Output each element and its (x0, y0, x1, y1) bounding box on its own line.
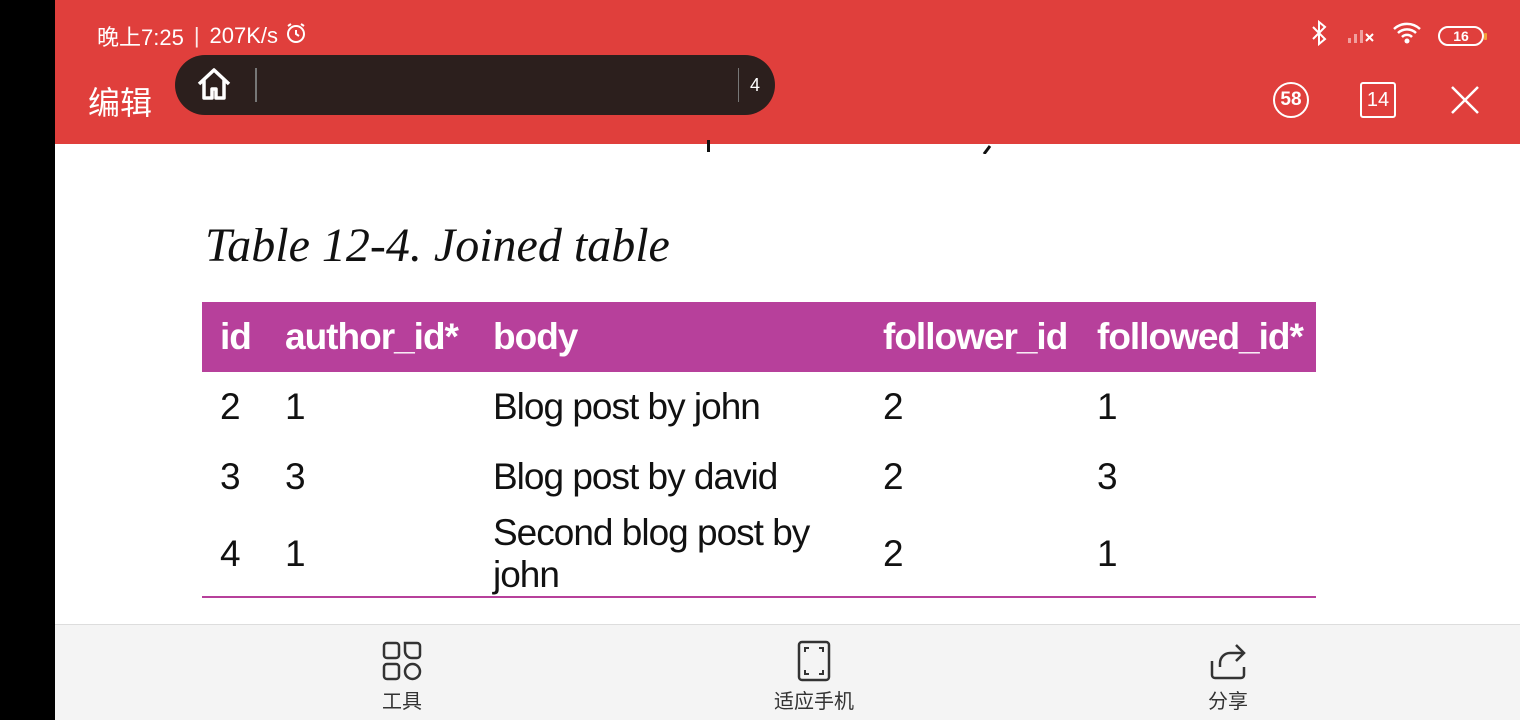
tools-button[interactable]: 工具 (332, 639, 472, 714)
table-cell: Blog post by john (493, 386, 761, 427)
status-bar-left: 晚上7:25 | 207K/s (97, 20, 308, 52)
status-time: 晚上7:25 (97, 25, 184, 50)
table-cell: Second blog post by john (475, 512, 865, 598)
header-follower-id: follower_id (865, 302, 1079, 372)
fit-phone-button[interactable]: 适应手机 (744, 639, 884, 714)
page-count-icon[interactable]: 14 (1358, 80, 1398, 120)
share-label: 分享 (1208, 691, 1248, 713)
table-cell: Blog post by david (493, 456, 778, 497)
tools-icon (382, 641, 422, 681)
table-cell: 4 (202, 512, 267, 598)
edit-button[interactable]: 编辑 (88, 78, 152, 124)
battery-level: 16 (1453, 27, 1469, 44)
tab-divider (738, 68, 739, 102)
tab-count[interactable]: 4 (750, 75, 760, 96)
table-cell: 2 (883, 386, 904, 427)
header-author-id: author_id* (267, 302, 475, 372)
close-icon[interactable] (1445, 80, 1485, 120)
table-header-row: id author_id* body follower_id followed_… (202, 302, 1316, 372)
badge-58-icon[interactable]: 58 (1271, 80, 1311, 120)
table-cell: 1 (1097, 386, 1118, 427)
bottom-toolbar: 工具 适应手机 分享 (55, 624, 1520, 720)
header-followed-id: followed_id* (1079, 302, 1316, 372)
app-screen: 晚上7:25 | 207K/s 16 编辑 4 58 14 Table 12-4… (55, 0, 1520, 720)
badge-58-label: 58 (1273, 82, 1309, 118)
status-bar-right: 16 (1308, 19, 1487, 51)
top-toolbar: 晚上7:25 | 207K/s 16 编辑 4 58 14 (55, 0, 1520, 144)
table-cell: 3 (285, 456, 306, 497)
share-icon (1210, 644, 1246, 680)
clipped-text-fragment (707, 140, 992, 154)
table-caption: Table 12-4. Joined table (205, 219, 670, 272)
share-button[interactable]: 分享 (1158, 639, 1298, 714)
battery-icon: 16 (1438, 25, 1487, 46)
table-cell: 3 (1097, 456, 1118, 497)
table-row: 4 1 Second blog post by john 2 1 (202, 512, 1316, 598)
table-cell: 2 (865, 512, 1079, 598)
home-icon[interactable] (193, 64, 235, 106)
fit-screen-icon (797, 640, 831, 682)
signal-icon (1346, 22, 1376, 49)
status-separator: | (193, 23, 200, 48)
table-cell: 1 (1079, 512, 1316, 598)
bluetooth-icon (1308, 19, 1330, 51)
wifi-icon (1392, 21, 1422, 50)
address-bar[interactable]: 4 (175, 55, 775, 115)
table-cell: 3 (220, 456, 241, 497)
table-cell: 1 (285, 386, 306, 427)
fit-phone-label: 适应手机 (774, 691, 854, 713)
header-id: id (202, 302, 267, 372)
header-body: body (475, 302, 865, 372)
joined-table: id author_id* body follower_id followed_… (202, 302, 1316, 598)
table-cell: 2 (220, 386, 241, 427)
table-cell: 1 (267, 512, 475, 598)
page-count-label: 14 (1360, 82, 1396, 118)
network-speed: 207K/s (209, 23, 279, 48)
alarm-icon (284, 21, 308, 51)
table-cell: 2 (883, 456, 904, 497)
text-cursor (255, 68, 257, 102)
table-row: 3 3 Blog post by david 2 3 (202, 442, 1316, 512)
table-row: 2 1 Blog post by john 2 1 (202, 372, 1316, 442)
tools-label: 工具 (382, 691, 422, 713)
